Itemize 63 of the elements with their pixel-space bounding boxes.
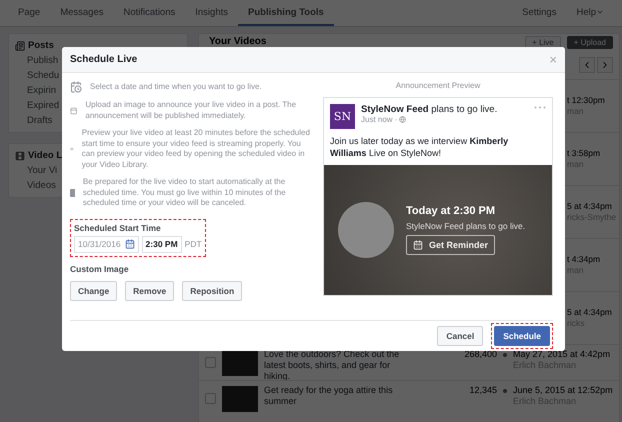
view-count: 268,400 [463,348,497,359]
tip-text: Be prepared for the live video to start automatically at the scheduled time. You must go live within 10 minutes of the scheduled time or your video will be canceled. [82,177,287,208]
row-checkbox[interactable] [205,357,216,368]
previous-page-button[interactable] [579,57,595,73]
field-label: Custom Image [70,264,130,274]
schedule-button[interactable]: Schedule [494,326,550,346]
video-thumbnail [222,386,258,412]
image-button[interactable]: Change [70,280,118,300]
caret-icon [596,8,604,16]
calendar-icon [413,240,423,250]
live-badge-icon [70,188,75,197]
timezone-text: PDT [184,239,202,249]
row-checkbox[interactable] [205,393,216,404]
date-text: t 3:58pm [567,148,602,159]
time-field[interactable]: 2:30 PM [142,236,182,252]
event-time: Today at 2:30 PM [406,205,496,217]
view-count: 12,345 [468,384,497,395]
nav-link[interactable]: Help [566,0,614,26]
nav-tab[interactable]: Page [8,0,50,26]
date-text: May 27, 2015 at 4:42pm [513,349,612,360]
post-text: Join us later today as we interview Kimberly Williams Live on StyleNow! [329,135,510,160]
field-label: Scheduled Start Time [74,222,162,232]
next-page-button[interactable] [597,57,613,73]
status-dot [503,353,507,357]
nav-link[interactable]: Settings [512,0,566,26]
sidebar-heading: Posts [28,40,54,51]
film-icon [15,150,25,160]
date-text: t 12:30pm [567,95,606,106]
date-text: June 5, 2015 at 12:52pm [513,385,614,396]
tip-text: Select a date and time when you want to go live. [90,82,262,92]
tip-text: Preview your live video at least 20 minutes before the scheduled start time to ensure your video feed is streaming properly. You can preview your video feed by opening the scheduled video in your Video Library. [82,128,311,170]
post-headline: StyleNow Feed plans to go live. [361,104,498,115]
nav-tab[interactable]: Messages [50,0,114,26]
image-button[interactable]: Reposition [182,280,242,300]
close-button[interactable]: × [549,52,557,67]
image-button[interactable]: Remove [125,280,174,300]
nav-tab[interactable]: Publishing Tools [238,0,334,26]
globe-icon [399,116,406,123]
date-text: 5 at 4:34pm [567,307,613,318]
date-text: 5 at 4:34pm [567,201,613,212]
cancel-button[interactable]: Cancel [437,326,484,346]
page-logo: SN [330,104,355,129]
nav-tab[interactable]: Notifications [114,0,186,26]
sidebar-heading: Video L [28,150,62,161]
header-button[interactable]: + Upload [566,36,613,49]
calendar-clock-icon [70,81,82,93]
date-field[interactable]: 10/31/2016 [74,236,139,252]
video-description: Get ready for the yoga attire this summer [264,384,394,407]
panel-title: Your Videos [208,36,268,47]
preview-label: Announcement Preview [394,81,482,90]
date-text: t 4:34pm [567,254,602,265]
dialog-title: Schedule Live [70,54,138,65]
reminder-button[interactable]: Get Reminder [406,235,496,255]
tip-text: Upload an image to announce your live video in a post. The announcement will be published immediately. [85,100,298,121]
post-time: Just now · [361,115,398,124]
nav-tab[interactable]: Insights [185,0,238,26]
posts-icon [15,40,25,50]
calendar-icon [124,239,135,249]
video-thumbnail [222,350,258,376]
event-text: StyleNow Feed plans to go live. [406,221,526,231]
video-description: Love the outdoors? Check out the latest boots, shirts, and gear for hiking. [264,348,400,382]
status-dot [503,389,507,393]
more-icon[interactable] [534,106,546,109]
